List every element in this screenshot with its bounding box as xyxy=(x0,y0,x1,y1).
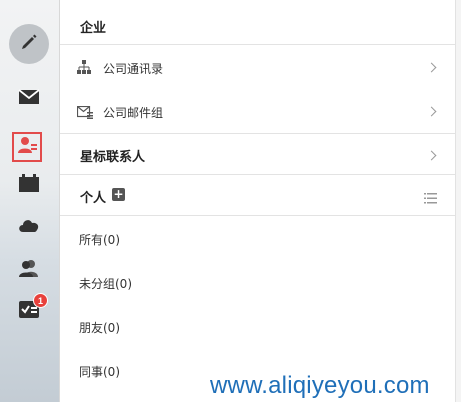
cloud-nav-button[interactable] xyxy=(10,212,48,242)
chevron-right-icon xyxy=(426,150,437,161)
section-title-starred: 星标联系人 xyxy=(80,150,146,165)
group-item-label: 朋友(0) xyxy=(79,321,120,335)
contacts-panel: 企业 公司通讯录 公司邮件组 星标联系人 个人 + 所有(0) 未分组(0) 朋… xyxy=(60,0,455,402)
group-item-label: 未分组(0) xyxy=(79,277,132,291)
pencil-icon xyxy=(19,32,39,56)
chevron-right-icon xyxy=(426,62,437,73)
scrollbar-track[interactable] xyxy=(455,0,461,402)
watermark-text: www.aliqiyeyou.com xyxy=(210,372,430,399)
section-title-personal: 个人 xyxy=(80,191,107,206)
list-menu-icon[interactable] xyxy=(424,189,437,208)
calendar-icon xyxy=(18,173,40,197)
group-item-all[interactable]: 所有(0) xyxy=(60,216,455,260)
mail-nav-button[interactable] xyxy=(10,84,48,114)
starred-contacts-row[interactable]: 星标联系人 xyxy=(60,134,455,174)
contacts-icon xyxy=(16,135,38,159)
list-item-label: 公司通讯录 xyxy=(103,62,164,76)
notification-badge: 1 xyxy=(33,293,48,308)
mail-group-icon xyxy=(76,104,93,123)
compose-button[interactable] xyxy=(9,24,49,64)
groups-nav-button[interactable] xyxy=(10,255,48,285)
list-item-company-directory[interactable]: 公司通讯录 xyxy=(60,45,455,89)
users-icon xyxy=(17,258,41,282)
calendar-nav-button[interactable] xyxy=(10,170,48,200)
sidebar: 1 xyxy=(0,0,60,402)
cloud-icon xyxy=(17,216,41,238)
contacts-nav-button[interactable] xyxy=(12,132,42,162)
plus-icon: + xyxy=(113,187,124,201)
chevron-right-icon xyxy=(426,106,437,117)
group-item-ungrouped[interactable]: 未分组(0) xyxy=(60,260,455,304)
list-item-company-mail-group[interactable]: 公司邮件组 xyxy=(60,89,455,133)
section-title-enterprise: 企业 xyxy=(80,21,107,36)
mail-icon xyxy=(18,89,40,109)
group-item-label: 所有(0) xyxy=(79,233,120,247)
group-item-label: 同事(0) xyxy=(79,365,120,379)
org-chart-icon xyxy=(77,59,91,78)
group-item-friends[interactable]: 朋友(0) xyxy=(60,304,455,348)
add-group-button[interactable]: + xyxy=(112,188,125,201)
list-item-label: 公司邮件组 xyxy=(103,106,164,120)
